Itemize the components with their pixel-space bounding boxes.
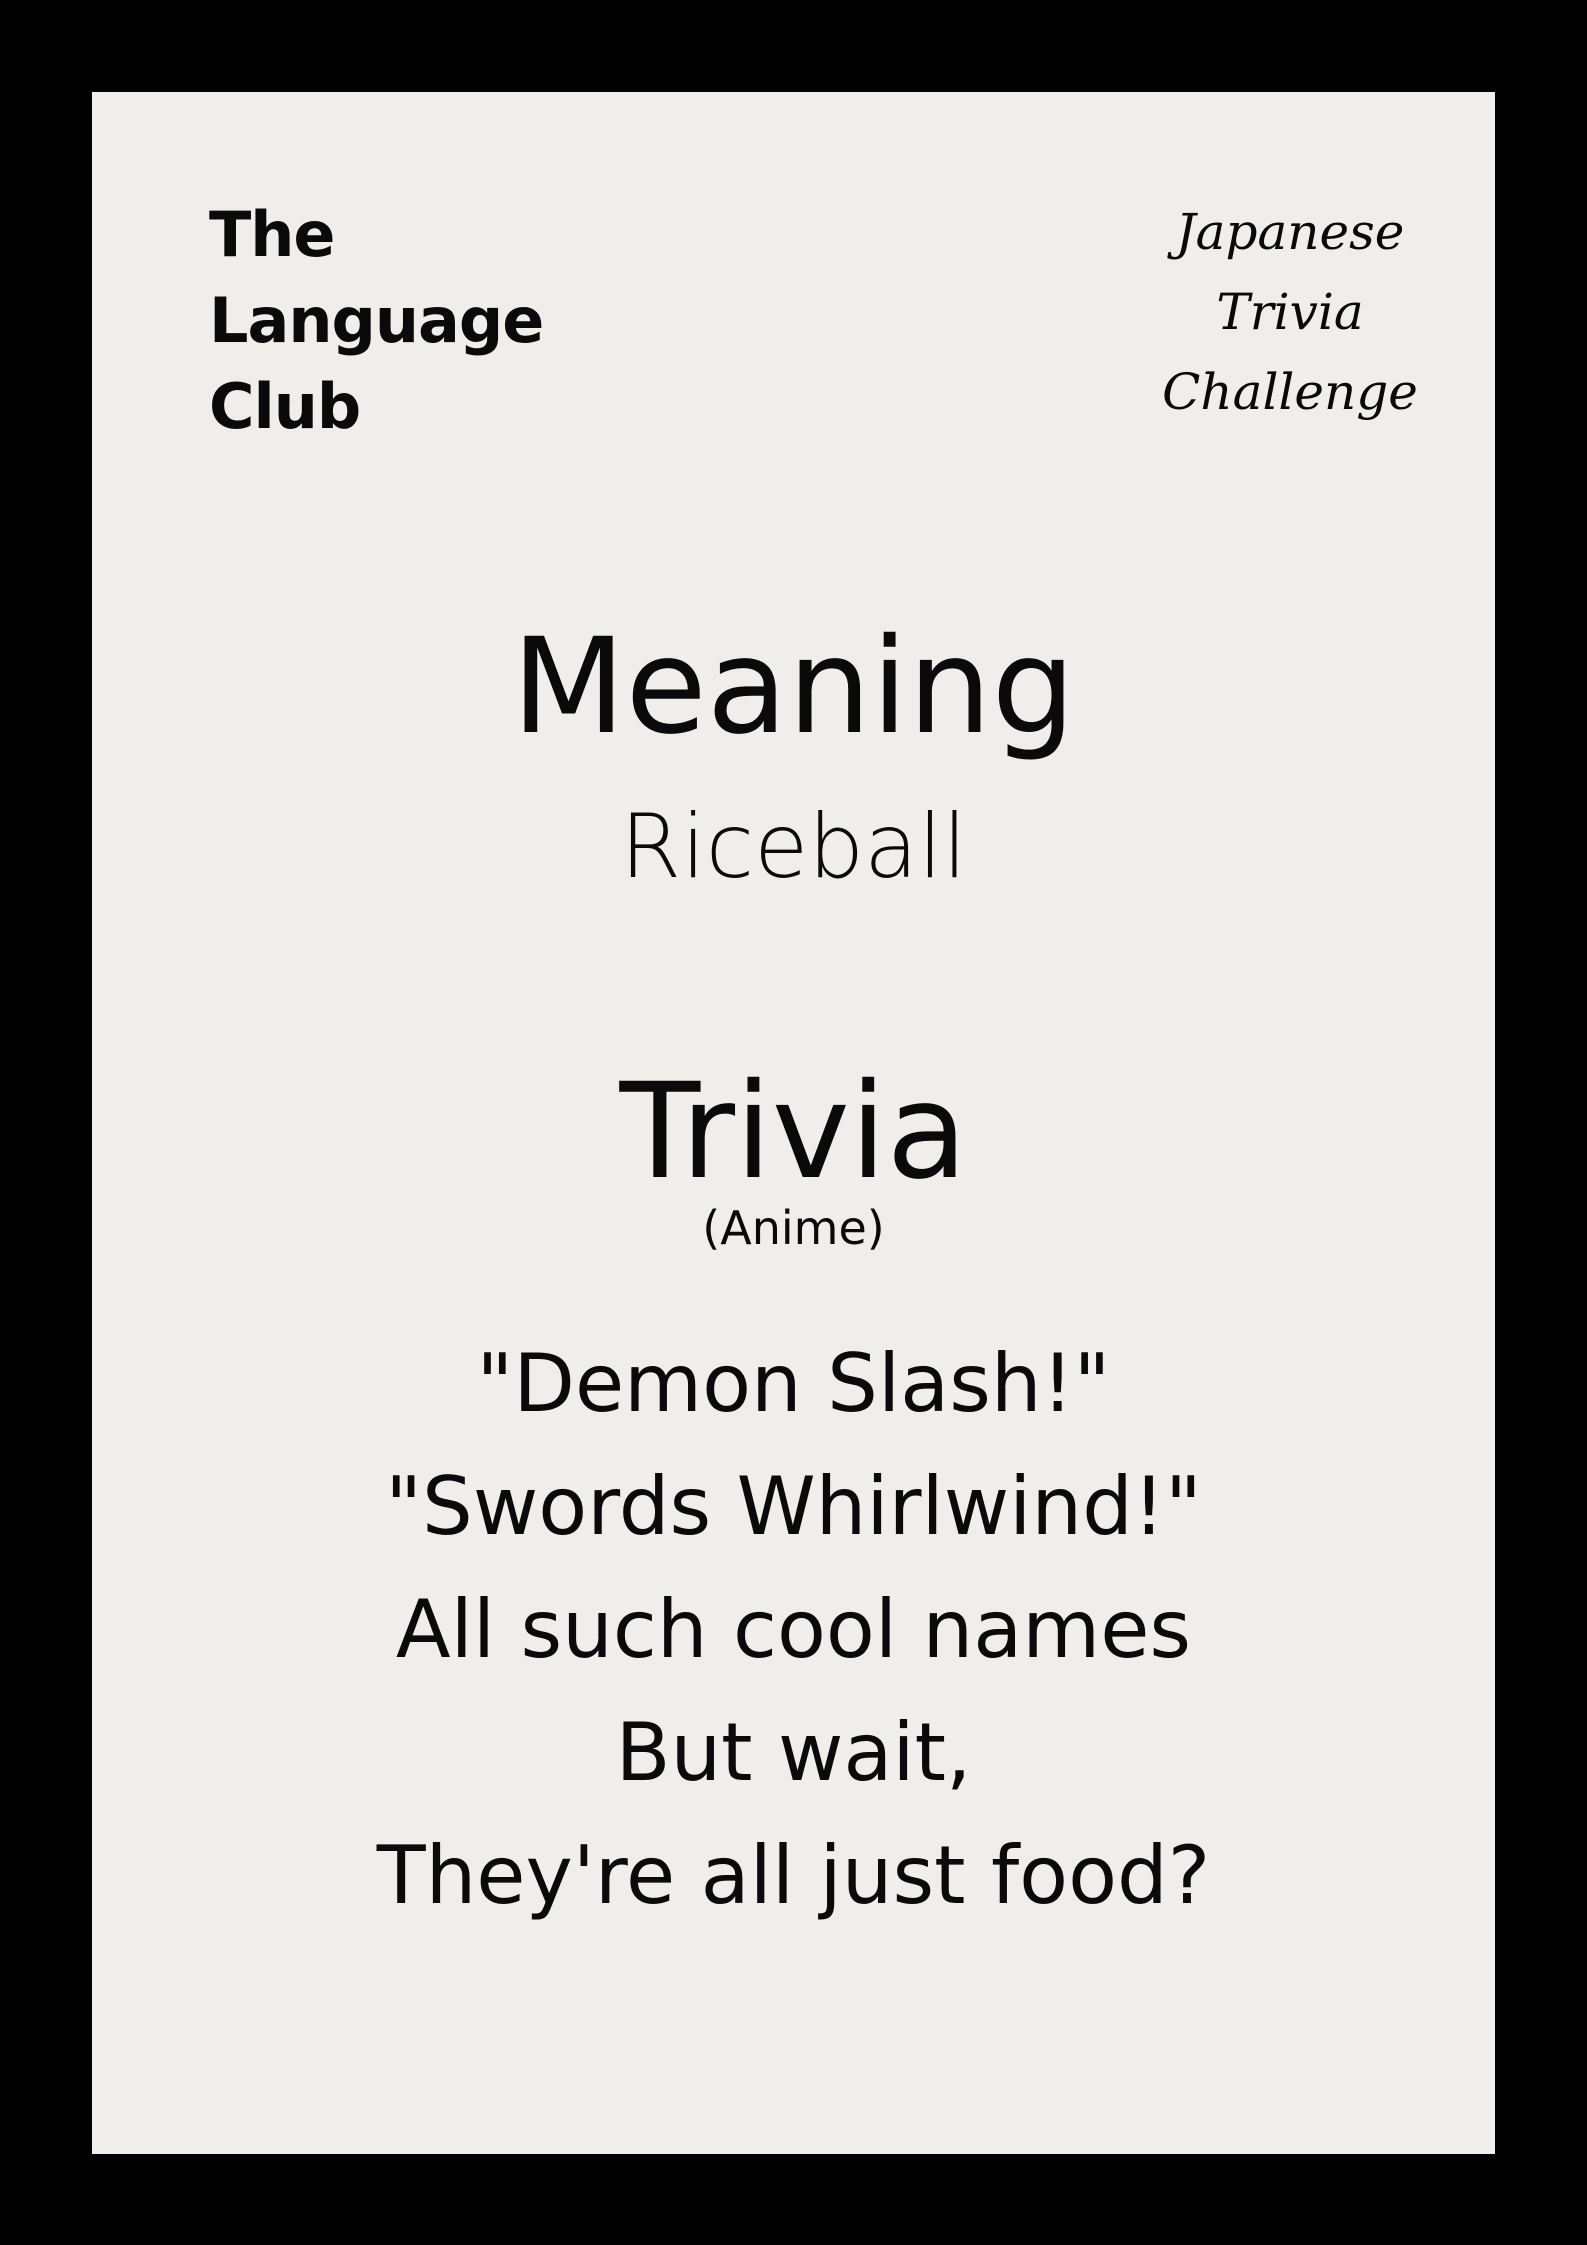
trivia-line: But wait, — [615, 1706, 972, 1799]
trivia-line: They're all just food? — [376, 1829, 1211, 1922]
series-title-line: Trivia — [1216, 283, 1364, 341]
trivia-text: "Demon Slash!" "Swords Whirlwind!" All s… — [92, 1322, 1495, 1937]
trivia-line: All such cool names — [395, 1583, 1192, 1676]
trivia-card: The Language Club Japanese Trivia Challe… — [92, 92, 1495, 2154]
series-title-line: Japanese — [1175, 203, 1405, 261]
logo-line: Club — [209, 370, 361, 443]
trivia-line: "Swords Whirlwind!" — [385, 1460, 1202, 1553]
logo-line: The — [209, 198, 335, 271]
trivia-heading: Trivia — [619, 1055, 968, 1209]
trivia-category: (Anime) — [702, 1201, 885, 1255]
series-title-line: Challenge — [1162, 363, 1418, 421]
meaning-value: Riceball — [620, 795, 967, 898]
trivia-line: "Demon Slash!" — [476, 1337, 1111, 1430]
meaning-heading: Meaning — [511, 610, 1076, 764]
logo-line: Language — [209, 284, 544, 357]
series-title: Japanese Trivia Challenge — [1160, 192, 1420, 432]
language-club-logo: The Language Club — [209, 192, 544, 450]
